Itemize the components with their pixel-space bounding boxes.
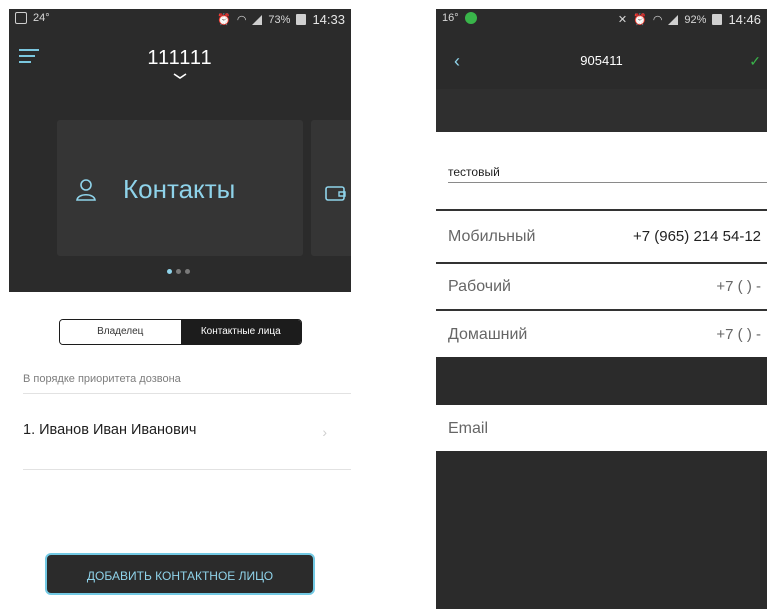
battery-percent: 73% <box>268 13 291 26</box>
page-dot <box>167 269 172 274</box>
wifi-icon: ◠ <box>236 14 247 26</box>
right-screen: 16° ✕ ⏰ ◠ 92% 14:46 ‹ 905411 ✓ тестовый … <box>436 9 767 609</box>
status-left-text: 24° <box>33 12 50 24</box>
name-field[interactable]: тестовый <box>448 165 500 179</box>
signal-icon <box>252 14 263 25</box>
status-bar: 24° ⏰ ◠ 73% 14:33 <box>9 9 351 29</box>
battery-icon <box>296 14 307 25</box>
email-field[interactable]: Email <box>448 420 488 438</box>
checkmark-icon[interactable]: ✓ <box>749 53 761 70</box>
divider <box>23 469 351 470</box>
divider <box>436 209 767 211</box>
status-time: 14:46 <box>728 12 761 27</box>
chevron-down-icon[interactable] <box>173 73 187 79</box>
tab-contacts[interactable]: Контактные лица <box>180 320 301 344</box>
header-area: 24° ⏰ ◠ 73% 14:33 111111 Контакты <box>9 9 351 292</box>
priority-note: В порядке приоритета дозвона <box>23 373 181 385</box>
segmented-control: Владелец Контактные лица <box>59 319 302 345</box>
app-notification-icon <box>464 12 477 24</box>
contacts-card[interactable]: Контакты <box>57 120 303 256</box>
page-dot <box>185 269 190 274</box>
contact-row[interactable]: 1. Иванов Иван Иванович <box>23 422 196 438</box>
page-indicator <box>167 269 190 274</box>
chevron-right-icon: › <box>322 424 327 440</box>
page-dot <box>176 269 181 274</box>
phone-label-mobile: Мобильный <box>448 228 536 245</box>
next-card[interactable] <box>311 120 351 256</box>
card-label: Контакты <box>123 174 236 204</box>
divider <box>436 262 767 264</box>
battery-icon <box>712 14 723 25</box>
add-contact-button[interactable]: ДОБАВИТЬ КОНТАКТНОЕ ЛИЦО <box>45 553 315 595</box>
divider <box>436 309 767 311</box>
alarm-icon: ⏰ <box>633 14 647 26</box>
name-underline <box>448 182 767 183</box>
section-band <box>436 357 767 405</box>
person-icon <box>76 179 96 201</box>
divider <box>23 393 351 394</box>
phone-value-home[interactable]: +7 ( ) - <box>716 326 761 343</box>
bottom-area <box>436 451 767 609</box>
header-area: 16° ✕ ⏰ ◠ 92% 14:46 ‹ 905411 ✓ <box>436 9 767 132</box>
signal-icon <box>668 14 679 25</box>
phone-label-work: Рабочий <box>448 278 511 295</box>
left-screen: 24° ⏰ ◠ 73% 14:33 111111 Контакты Владел… <box>9 9 351 609</box>
status-time: 14:33 <box>312 12 345 27</box>
header-band <box>436 89 767 132</box>
wallet-icon <box>325 186 346 201</box>
status-bar: 16° ✕ ⏰ ◠ 92% 14:46 <box>436 9 767 29</box>
alarm-icon: ⏰ <box>217 14 231 26</box>
mute-icon: ✕ <box>617 14 628 26</box>
page-title[interactable]: 111111 <box>9 47 351 70</box>
battery-percent: 92% <box>684 13 707 26</box>
status-left-text: 16° <box>442 12 459 24</box>
image-notification-icon <box>15 12 27 24</box>
phone-value-mobile[interactable]: +7 (965) 214 54-12 <box>633 228 761 245</box>
phone-value-work[interactable]: +7 ( ) - <box>716 278 761 295</box>
phone-label-home: Домашний <box>448 326 528 343</box>
tab-owner[interactable]: Владелец <box>60 320 181 344</box>
wifi-icon: ◠ <box>652 14 663 26</box>
page-title: 905411 <box>580 53 623 68</box>
